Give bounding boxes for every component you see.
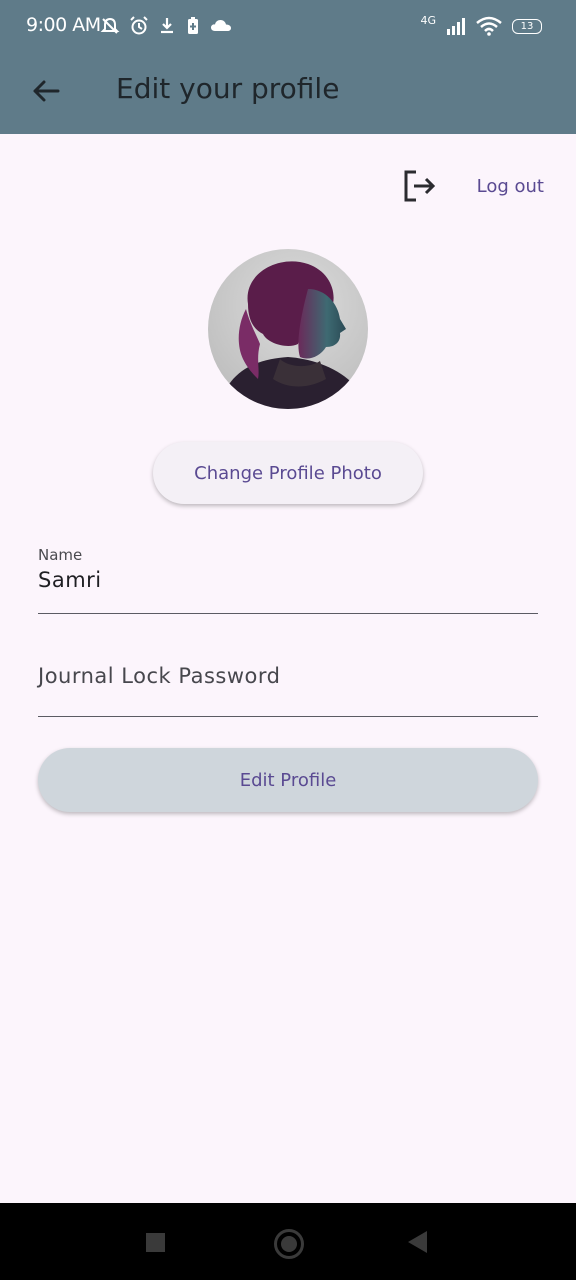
wifi-icon xyxy=(476,16,502,36)
name-field[interactable]: Name Samri xyxy=(38,546,538,614)
avatar xyxy=(208,249,368,409)
home-button[interactable] xyxy=(274,1229,304,1259)
password-underline xyxy=(38,715,538,717)
edit-profile-button[interactable]: Edit Profile xyxy=(38,748,538,812)
alarm-icon xyxy=(130,16,148,35)
network-type: 4G xyxy=(420,13,436,27)
status-icons-left xyxy=(100,16,232,36)
name-label: Name xyxy=(38,546,83,564)
back-button[interactable] xyxy=(408,1231,427,1253)
status-bar: 9:00 AM 4G 13 xyxy=(0,0,576,56)
signal-icon xyxy=(447,18,465,35)
arrow-left-icon[interactable] xyxy=(28,74,64,110)
app-bar: Edit your profile xyxy=(0,56,576,134)
battery-level: 13 xyxy=(520,20,534,32)
change-photo-button[interactable]: Change Profile Photo xyxy=(153,442,423,504)
page-title: Edit your profile xyxy=(116,72,340,105)
logout-icon[interactable] xyxy=(401,168,437,204)
edit-profile-label[interactable]: Edit Profile xyxy=(240,770,337,791)
system-nav-bar xyxy=(0,1203,576,1280)
mute-notifications-icon xyxy=(100,17,120,34)
download-icon xyxy=(161,18,173,34)
change-photo-label[interactable]: Change Profile Photo xyxy=(194,463,382,484)
logout-button[interactable]: Log out xyxy=(401,168,544,204)
battery-saver-icon xyxy=(188,17,198,34)
journal-password-field[interactable]: Journal Lock Password xyxy=(38,664,538,717)
cloud-icon xyxy=(211,20,231,31)
name-input[interactable]: Samri xyxy=(38,568,538,592)
journal-password-input[interactable]: Journal Lock Password xyxy=(38,664,538,688)
logout-label[interactable]: Log out xyxy=(477,176,544,197)
name-underline xyxy=(38,612,538,614)
avatar-photo xyxy=(208,249,368,409)
recents-button[interactable] xyxy=(146,1233,165,1252)
status-icons-right: 4G 13 xyxy=(420,13,542,36)
battery-icon: 13 xyxy=(512,18,542,34)
status-time: 9:00 AM xyxy=(26,14,101,36)
